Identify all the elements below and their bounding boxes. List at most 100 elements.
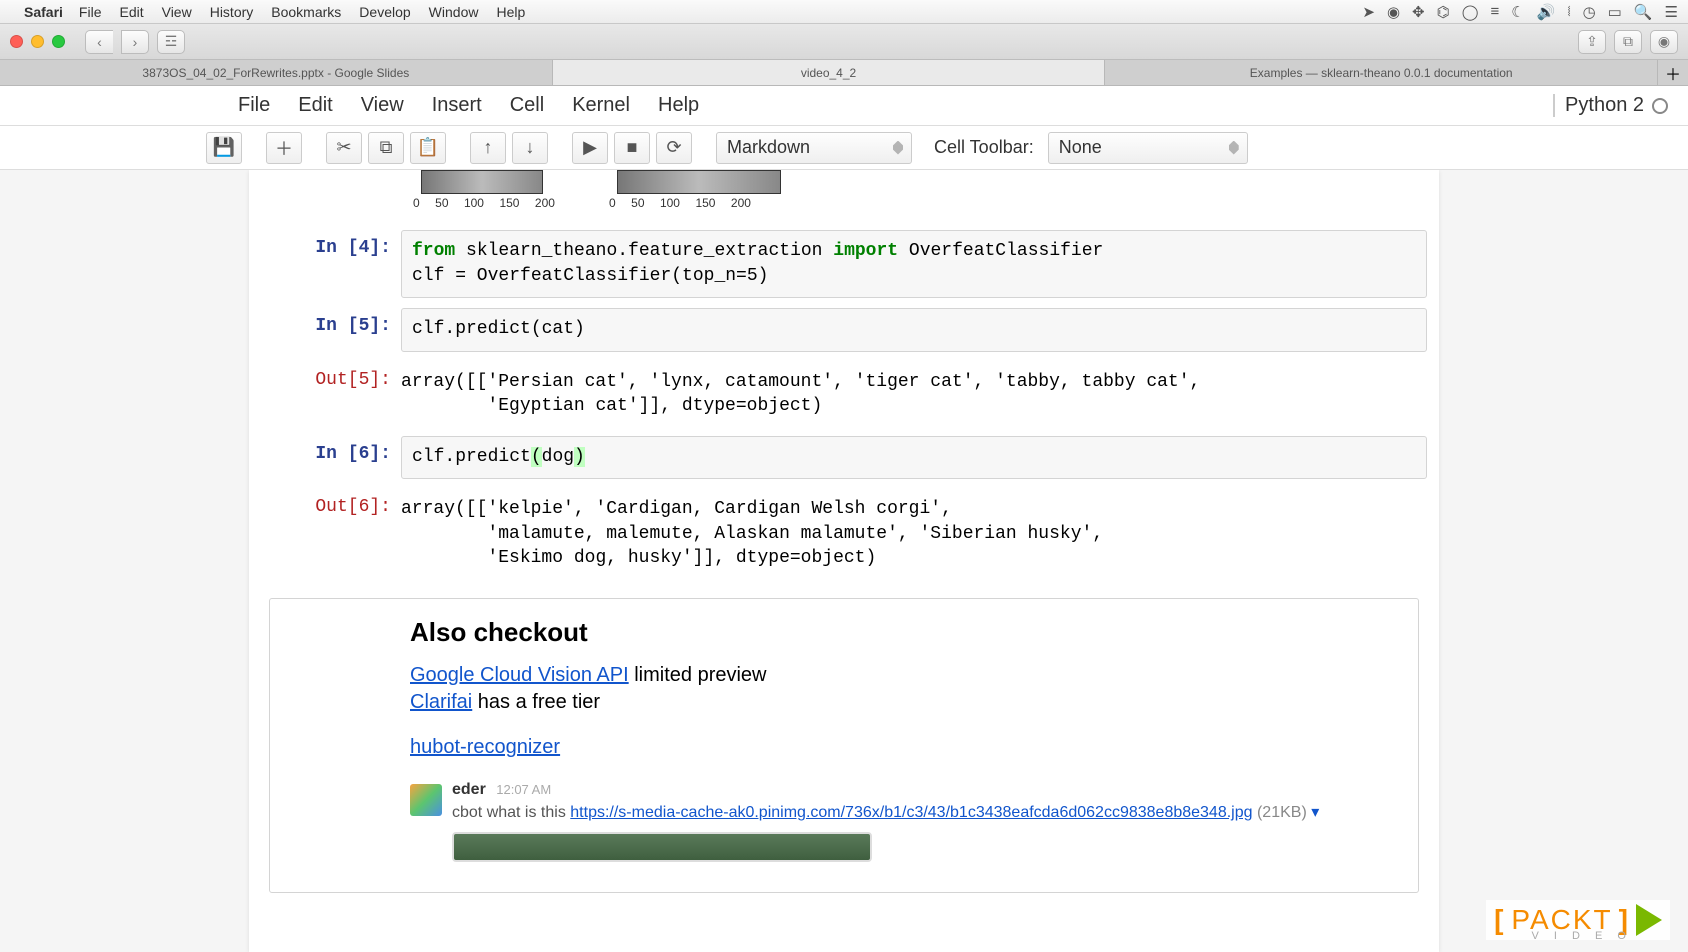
- menu-help[interactable]: Help: [496, 4, 525, 20]
- nb-menu-file[interactable]: File: [238, 94, 270, 117]
- menu-bookmarks[interactable]: Bookmarks: [271, 4, 341, 20]
- nb-menu-edit[interactable]: Edit: [298, 94, 332, 117]
- play-icon: [1636, 904, 1662, 936]
- app-name[interactable]: Safari: [24, 4, 63, 20]
- cut-button[interactable]: ✂: [326, 132, 362, 164]
- sync-icon[interactable]: ✥: [1412, 3, 1425, 21]
- chat-filesize: (21KB): [1253, 804, 1312, 821]
- move-down-button[interactable]: ↓: [512, 132, 548, 164]
- code-input-5[interactable]: clf.predict(cat): [401, 308, 1427, 351]
- link-google-cloud-vision[interactable]: Google Cloud Vision API: [410, 664, 629, 686]
- share-button[interactable]: ⇪: [1578, 30, 1606, 54]
- link-clarifai[interactable]: Clarifai: [410, 691, 472, 713]
- chat-timestamp: 12:07 AM: [496, 782, 551, 797]
- y-tick-200: 200: [393, 170, 413, 172]
- packt-watermark: [ PACKT ] V I D E O: [1486, 900, 1670, 940]
- run-button[interactable]: ▶: [572, 132, 608, 164]
- minimize-window-button[interactable]: [31, 35, 44, 48]
- record-icon[interactable]: ◉: [1387, 3, 1400, 21]
- tabs-button[interactable]: ⧉: [1614, 30, 1642, 54]
- wifi-icon[interactable]: ⧙: [1567, 3, 1570, 20]
- menu-window[interactable]: Window: [429, 4, 479, 20]
- chat-image-preview: [452, 832, 872, 862]
- chat-prefix: cbot what is this: [452, 804, 570, 821]
- macos-menubar: Safari File Edit View History Bookmarks …: [0, 0, 1688, 24]
- add-cell-button[interactable]: ＋: [266, 132, 302, 164]
- cell-in-4: In [4]: from sklearn_theano.feature_extr…: [261, 230, 1427, 298]
- cell-toolbar-select[interactable]: None: [1048, 132, 1248, 164]
- kernel-indicator: Python 2: [1553, 94, 1668, 117]
- tab-google-slides[interactable]: 3873OS_04_02_ForRewrites.pptx - Google S…: [0, 60, 553, 85]
- move-up-button[interactable]: ↑: [470, 132, 506, 164]
- copy-button[interactable]: ⧉: [368, 132, 404, 164]
- zoom-window-button[interactable]: [52, 35, 65, 48]
- prompt-out-6: Out[6]:: [261, 489, 401, 578]
- menu-history[interactable]: History: [210, 4, 254, 20]
- prompt-out-5: Out[5]:: [261, 362, 401, 427]
- cell-in-5: In [5]: clf.predict(cat): [261, 308, 1427, 351]
- safari-toolbar: ‹ › ☲ ⇪ ⧉ ◉: [0, 24, 1688, 60]
- volume-icon[interactable]: 🔊: [1537, 3, 1556, 21]
- kernel-name: Python 2: [1565, 94, 1644, 117]
- menu-file[interactable]: File: [79, 4, 102, 20]
- nb-menu-insert[interactable]: Insert: [432, 94, 482, 117]
- prompt-in-5: In [5]:: [261, 308, 401, 351]
- clock-icon[interactable]: ◷: [1583, 3, 1596, 21]
- menu-edit[interactable]: Edit: [119, 4, 143, 20]
- search-icon[interactable]: 🔍: [1634, 3, 1653, 21]
- restart-button[interactable]: ⟳: [656, 132, 692, 164]
- sidebar-button[interactable]: ☲: [157, 30, 185, 54]
- md-text: has a free tier: [472, 691, 600, 713]
- battery-icon[interactable]: ▭: [1608, 3, 1622, 21]
- nb-menu-help[interactable]: Help: [658, 94, 699, 117]
- menubar-status-area: ➤ ◉ ✥ ⌬ ◯ ≡ ☾ 🔊 ⧙ ◷ ▭ 🔍 ☰: [1362, 3, 1678, 21]
- x-ticks: 050100150200: [413, 196, 555, 210]
- circle-icon[interactable]: ◯: [1462, 3, 1479, 21]
- nb-menu-cell[interactable]: Cell: [510, 94, 544, 117]
- cell-in-6: In [6]: clf.predict(dog): [261, 436, 1427, 479]
- menu-develop[interactable]: Develop: [359, 4, 410, 20]
- forward-button[interactable]: ›: [121, 30, 149, 54]
- chevron-down-icon[interactable]: ▾: [1311, 804, 1319, 821]
- plot-dog-image: 200 050100150200: [617, 170, 781, 210]
- nb-menu-kernel[interactable]: Kernel: [572, 94, 630, 117]
- cell-out-5: Out[5]: array([['Persian cat', 'lynx, ca…: [261, 362, 1427, 427]
- cell-type-select[interactable]: Markdown: [716, 132, 912, 164]
- notebook-page: 200 050100150200 200 050100150200 In [4]…: [249, 170, 1439, 952]
- back-button[interactable]: ‹: [85, 30, 113, 54]
- text-output-6: array([['kelpie', 'Cardigan, Cardigan We…: [401, 489, 1427, 578]
- moon-icon[interactable]: ☾: [1511, 3, 1524, 21]
- avatar: [410, 784, 442, 816]
- prompt-in-6: In [6]:: [261, 436, 401, 479]
- x-ticks: 050100150200: [609, 196, 751, 210]
- link-hubot-recognizer[interactable]: hubot-recognizer: [410, 736, 560, 758]
- code-input-6[interactable]: clf.predict(dog): [401, 436, 1427, 479]
- location-icon[interactable]: ➤: [1362, 3, 1375, 21]
- text-output-5: array([['Persian cat', 'lynx, catamount'…: [401, 362, 1427, 427]
- md-text: limited preview: [629, 664, 767, 686]
- menu-view[interactable]: View: [162, 4, 192, 20]
- reader-button[interactable]: ◉: [1650, 30, 1678, 54]
- tab-video[interactable]: video_4_2: [553, 60, 1106, 85]
- paste-button[interactable]: 📋: [410, 132, 446, 164]
- interrupt-button[interactable]: ■: [614, 132, 650, 164]
- cloud-icon[interactable]: ⌬: [1437, 3, 1450, 21]
- new-tab-button[interactable]: ＋: [1658, 60, 1688, 85]
- code-input-4[interactable]: from sklearn_theano.feature_extraction i…: [401, 230, 1427, 298]
- menu-icon[interactable]: ☰: [1665, 3, 1678, 21]
- nb-menu-view[interactable]: View: [361, 94, 404, 117]
- kernel-status-icon: [1652, 98, 1668, 114]
- plot-cat-image: 200 050100150200: [421, 170, 555, 210]
- markdown-cell[interactable]: Also checkout Google Cloud Vision API li…: [269, 598, 1419, 893]
- chat-link[interactable]: https://s-media-cache-ak0.pinimg.com/736…: [570, 804, 1252, 821]
- notebook-toolbar: 💾 ＋ ✂ ⧉ 📋 ↑ ↓ ▶ ■ ⟳ Markdown Cell Toolba…: [0, 126, 1688, 170]
- close-window-button[interactable]: [10, 35, 23, 48]
- hamburger-icon[interactable]: ≡: [1491, 3, 1500, 20]
- notebook-body: 200 050100150200 200 050100150200 In [4]…: [0, 170, 1688, 952]
- prompt-in-4: In [4]:: [261, 230, 401, 298]
- tab-sklearn-docs[interactable]: Examples — sklearn-theano 0.0.1 document…: [1105, 60, 1658, 85]
- window-controls: [10, 35, 65, 48]
- cell-toolbar-label: Cell Toolbar:: [934, 137, 1034, 158]
- save-button[interactable]: 💾: [206, 132, 242, 164]
- image-output: 200 050100150200 200 050100150200: [261, 170, 1427, 210]
